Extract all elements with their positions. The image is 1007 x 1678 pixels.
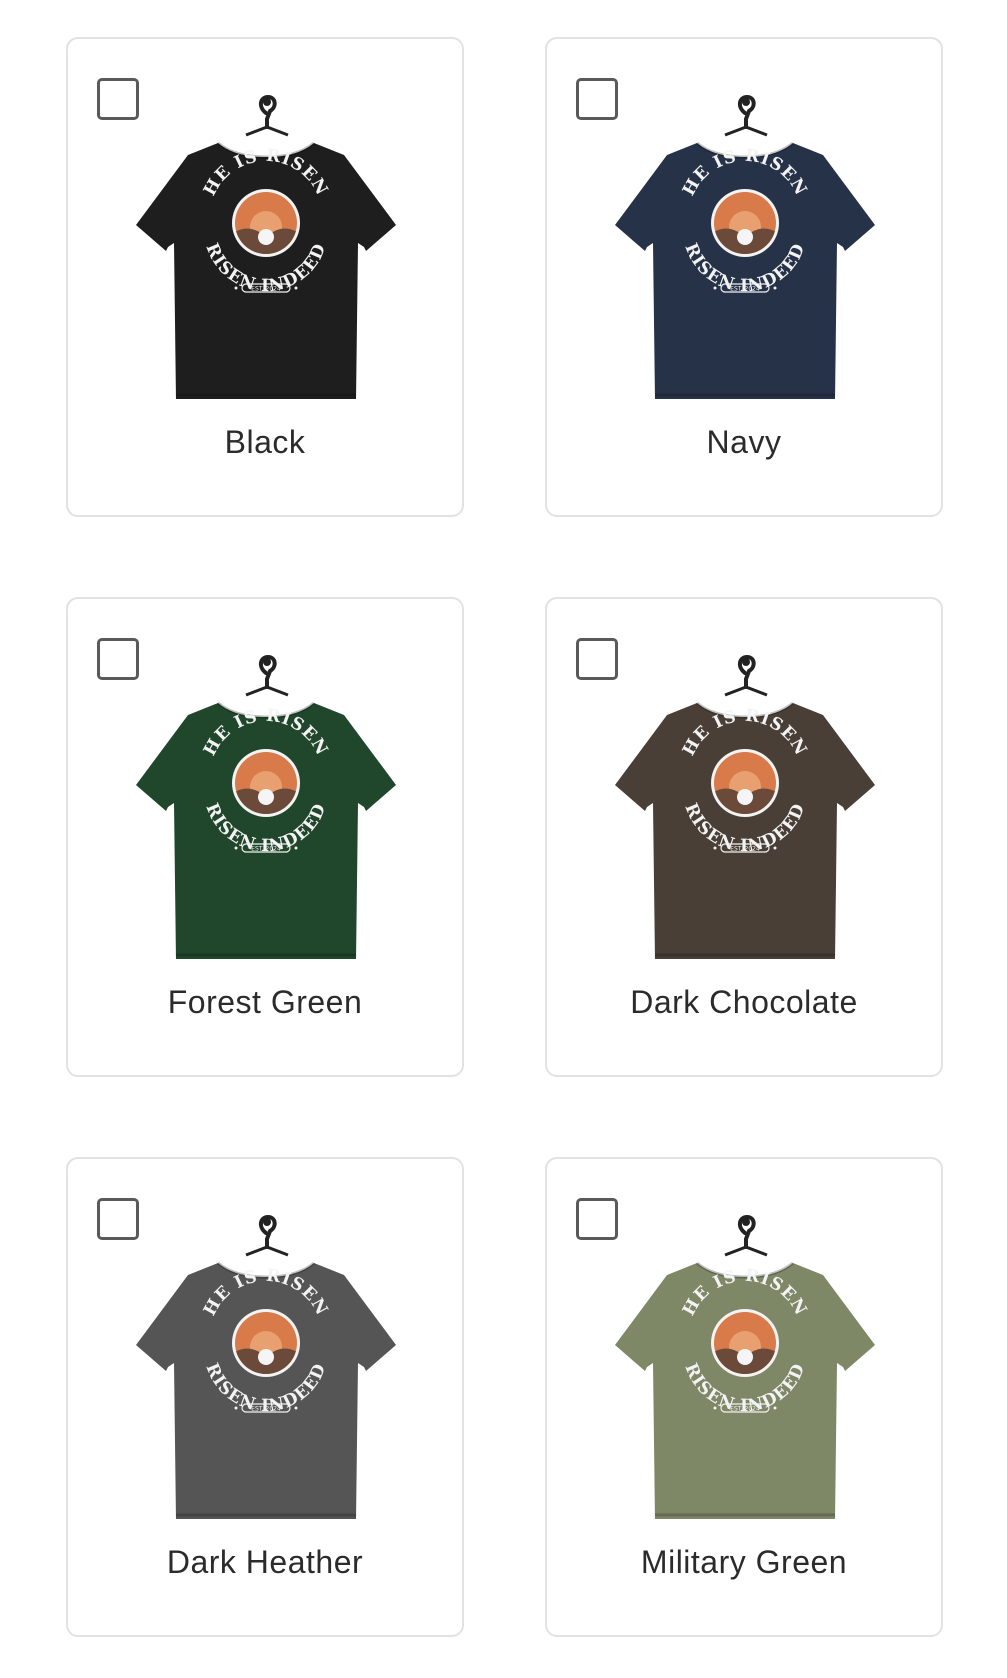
color-option-card[interactable]: HE IS RISEN RISEN INDEED EST. 2024 Forest … [66,597,464,1077]
tshirt-image: HE IS RISENRISEN INDEEDEST. 2024 [615,94,875,399]
hanger-icon [724,1214,768,1257]
tshirt-image: HE IS RISENRISEN INDEEDEST. 2024 [136,654,396,959]
color-option-card[interactable]: HE IS RISEN RISEN INDEED EST. 2024 Militar… [545,1157,943,1637]
color-option-label: Forest Green [167,984,363,1020]
color-option-label: Navy [706,424,782,460]
color-option-card[interactable]: HE IS RISEN RISEN INDEED EST. 2024 Navy [545,37,943,517]
hanger-icon [724,654,768,697]
color-options-grid: HE IS RISEN RISEN INDEED EST. 2024 Black H… [66,37,943,1637]
tshirt-image: HE IS RISENRISEN INDEEDEST. 2024 [136,1214,396,1519]
color-option-card[interactable]: HE IS RISEN RISEN INDEED EST. 2024 Dark He… [66,1157,464,1637]
graphic-ribbon-text: EST. 2024 [730,1406,760,1413]
color-option-card[interactable]: HE IS RISEN RISEN INDEED EST. 2024 Black [66,37,464,517]
tshirt-image: HE IS RISENRISEN INDEEDEST. 2024 [615,654,875,959]
graphic-ribbon-text: EST. 2024 [730,286,760,293]
graphic-ribbon-text: EST. 2024 [730,846,760,853]
hanger-icon [245,654,289,697]
graphic-ribbon-text: EST. 2024 [251,846,281,853]
color-option-label: Dark Chocolate [630,984,858,1020]
hanger-icon [724,94,768,137]
graphic-ribbon-text: EST. 2024 [251,1406,281,1413]
hanger-icon [245,94,289,137]
color-option-label: Military Green [640,1544,848,1580]
color-option-label: Black [224,424,306,460]
hanger-icon [245,1214,289,1257]
graphic-ribbon-text: EST. 2024 [251,286,281,293]
tshirt-image: HE IS RISENRISEN INDEEDEST. 2024 [615,1214,875,1519]
tshirt-image: HE IS RISENRISEN INDEEDEST. 2024 [136,94,396,399]
color-option-card[interactable]: HE IS RISEN RISEN INDEED EST. 2024 Dark Ch… [545,597,943,1077]
color-option-label: Dark Heather [166,1544,364,1580]
